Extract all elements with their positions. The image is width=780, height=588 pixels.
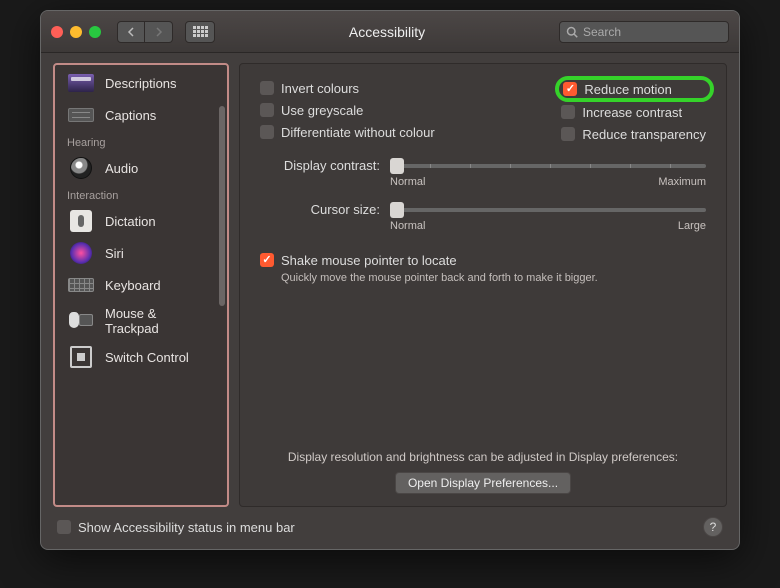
audio-icon bbox=[67, 157, 95, 179]
minimize-button[interactable] bbox=[70, 26, 82, 38]
captions-icon bbox=[67, 104, 95, 126]
slider-thumb[interactable] bbox=[390, 202, 404, 218]
use-greyscale-checkbox[interactable]: Use greyscale bbox=[260, 100, 435, 120]
chevron-left-icon bbox=[127, 27, 135, 37]
switch-control-icon bbox=[67, 346, 95, 368]
checkbox-label: Increase contrast bbox=[582, 105, 682, 120]
chevron-right-icon bbox=[155, 27, 163, 37]
zoom-button[interactable] bbox=[89, 26, 101, 38]
panes: Descriptions Captions Hearing Audio Inte… bbox=[53, 63, 727, 507]
sidebar-item-label: Descriptions bbox=[105, 76, 177, 91]
sidebar-item-descriptions[interactable]: Descriptions bbox=[57, 67, 219, 99]
sidebar-item-label: Audio bbox=[105, 161, 138, 176]
bottom-row: Show Accessibility status in menu bar ? bbox=[53, 507, 727, 537]
checkbox-grid: Invert colours Use greyscale Differentia… bbox=[260, 78, 706, 144]
back-button[interactable] bbox=[117, 21, 145, 43]
section-header-interaction: Interaction bbox=[57, 184, 219, 205]
open-display-preferences-button[interactable]: Open Display Preferences... bbox=[395, 472, 571, 494]
display-contrast-row: Display contrast: Normal Maximum bbox=[260, 158, 706, 188]
reduce-motion-checkbox[interactable]: Reduce motion bbox=[563, 79, 671, 99]
checkbox-label: Show Accessibility status in menu bar bbox=[78, 520, 295, 535]
settings-pane: Invert colours Use greyscale Differentia… bbox=[239, 63, 727, 507]
sidebar-item-mouse-trackpad[interactable]: Mouse & Trackpad bbox=[57, 301, 219, 341]
keyboard-icon bbox=[67, 274, 95, 296]
category-sidebar: Descriptions Captions Hearing Audio Inte… bbox=[53, 63, 229, 507]
reduce-motion-highlight: Reduce motion bbox=[555, 76, 714, 102]
sidebar-item-label: Dictation bbox=[105, 214, 156, 229]
checkbox-label: Shake mouse pointer to locate bbox=[281, 253, 457, 268]
checkbox-label: Use greyscale bbox=[281, 103, 363, 118]
pane-footer: Display resolution and brightness can be… bbox=[260, 450, 706, 494]
sidebar-item-keyboard[interactable]: Keyboard bbox=[57, 269, 219, 301]
checkbox-label: Reduce transparency bbox=[582, 127, 706, 142]
increase-contrast-checkbox[interactable]: Increase contrast bbox=[561, 102, 706, 122]
slider-min-label: Normal bbox=[390, 176, 425, 188]
shake-pointer-section: Shake mouse pointer to locate Quickly mo… bbox=[260, 250, 706, 284]
sidebar-item-dictation[interactable]: Dictation bbox=[57, 205, 219, 237]
search-icon bbox=[566, 26, 578, 38]
section-header-hearing: Hearing bbox=[57, 131, 219, 152]
sidebar-item-label: Siri bbox=[105, 246, 124, 261]
show-status-in-menu-bar-checkbox[interactable]: Show Accessibility status in menu bar bbox=[57, 517, 295, 537]
invert-colours-checkbox[interactable]: Invert colours bbox=[260, 78, 435, 98]
sidebar-item-captions[interactable]: Captions bbox=[57, 99, 219, 131]
descriptions-icon bbox=[67, 72, 95, 94]
slider-thumb[interactable] bbox=[390, 158, 404, 174]
sidebar-scrollbar[interactable] bbox=[219, 71, 225, 499]
cursor-size-slider[interactable] bbox=[390, 208, 706, 212]
display-contrast-slider[interactable] bbox=[390, 164, 706, 168]
search-placeholder: Search bbox=[583, 25, 621, 39]
sidebar-item-label: Keyboard bbox=[105, 278, 161, 293]
checkbox-icon bbox=[260, 103, 274, 117]
siri-icon bbox=[67, 242, 95, 264]
forward-button[interactable] bbox=[145, 21, 173, 43]
cursor-size-label: Cursor size: bbox=[260, 202, 380, 217]
sidebar-item-switch-control[interactable]: Switch Control bbox=[57, 341, 219, 373]
checkbox-icon bbox=[57, 520, 71, 534]
slider-min-label: Normal bbox=[390, 220, 425, 232]
mouse-trackpad-icon bbox=[67, 310, 95, 332]
differentiate-without-colour-checkbox[interactable]: Differentiate without colour bbox=[260, 122, 435, 142]
checkbox-icon bbox=[561, 127, 575, 141]
window-title: Accessibility bbox=[223, 24, 551, 40]
scrollbar-thumb[interactable] bbox=[219, 106, 225, 306]
checkbox-icon bbox=[563, 82, 577, 96]
sidebar-item-siri[interactable]: Siri bbox=[57, 237, 219, 269]
window-controls bbox=[51, 26, 101, 38]
sidebar-item-label: Mouse & Trackpad bbox=[105, 306, 211, 336]
slider-max-label: Maximum bbox=[658, 176, 706, 188]
grid-icon bbox=[193, 26, 208, 37]
reduce-transparency-checkbox[interactable]: Reduce transparency bbox=[561, 124, 706, 144]
sidebar-item-audio[interactable]: Audio bbox=[57, 152, 219, 184]
display-contrast-label: Display contrast: bbox=[260, 158, 380, 173]
help-button[interactable]: ? bbox=[703, 517, 723, 537]
show-all-button[interactable] bbox=[185, 21, 215, 43]
shake-pointer-description: Quickly move the mouse pointer back and … bbox=[281, 272, 706, 284]
checkbox-icon bbox=[260, 253, 274, 267]
close-button[interactable] bbox=[51, 26, 63, 38]
accessibility-window: Accessibility Search Descriptions Captio… bbox=[40, 10, 740, 550]
checkbox-label: Invert colours bbox=[281, 81, 359, 96]
window-body: Descriptions Captions Hearing Audio Inte… bbox=[41, 53, 739, 549]
checkbox-label: Reduce motion bbox=[584, 82, 671, 97]
nav-buttons bbox=[117, 21, 173, 43]
display-prefs-note: Display resolution and brightness can be… bbox=[260, 450, 706, 464]
slider-max-label: Large bbox=[678, 220, 706, 232]
dictation-icon bbox=[67, 210, 95, 232]
cursor-size-row: Cursor size: Normal Large bbox=[260, 202, 706, 232]
checkbox-icon bbox=[561, 105, 575, 119]
checkbox-icon bbox=[260, 81, 274, 95]
sidebar-item-label: Switch Control bbox=[105, 350, 189, 365]
shake-pointer-checkbox[interactable]: Shake mouse pointer to locate bbox=[260, 250, 706, 270]
sidebar-item-label: Captions bbox=[105, 108, 156, 123]
titlebar: Accessibility Search bbox=[41, 11, 739, 53]
checkbox-label: Differentiate without colour bbox=[281, 125, 435, 140]
checkbox-icon bbox=[260, 125, 274, 139]
search-field[interactable]: Search bbox=[559, 21, 729, 43]
